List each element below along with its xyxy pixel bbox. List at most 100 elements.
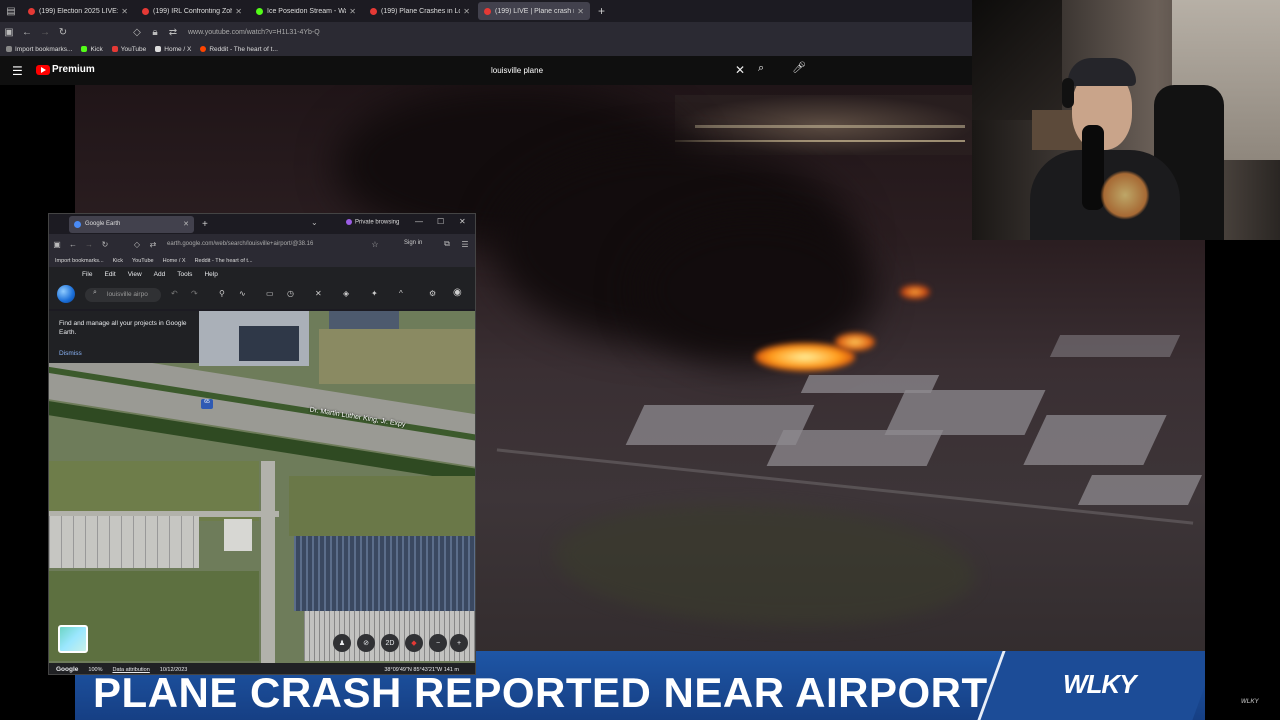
youtube-logo-icon[interactable]	[36, 65, 50, 75]
undo-icon[interactable]: ↶	[171, 289, 178, 298]
minimize-icon[interactable]: —	[415, 217, 423, 226]
search-input[interactable]: louisville plane	[480, 60, 751, 81]
zoom-in-icon[interactable]: +	[450, 634, 468, 652]
sidebar-icon[interactable]: ▣	[49, 240, 65, 249]
cap	[1068, 58, 1136, 86]
youtube-brand[interactable]: Premium	[52, 64, 95, 75]
browser-tab-active[interactable]: (199) LIVE | Plane crash reporte✕	[478, 2, 590, 20]
ge-browser-tab[interactable]: Google Earth ✕	[69, 215, 194, 233]
menu-icon[interactable]: ☰	[12, 64, 23, 78]
close-window-icon[interactable]: ✕	[459, 217, 466, 226]
zoom-out-icon[interactable]: −	[429, 634, 447, 652]
sparkle-icon[interactable]: ✦	[371, 289, 378, 298]
building-roof	[49, 516, 199, 568]
placemark-icon[interactable]: ⚲	[219, 289, 225, 298]
bookmark-item[interactable]: Import bookmarks...	[6, 46, 72, 53]
maximize-icon[interactable]: ☐	[437, 217, 444, 226]
dismiss-button[interactable]: Dismiss	[59, 349, 82, 358]
forward-icon[interactable]: →	[81, 240, 97, 249]
zoom-level: 100%	[88, 666, 103, 673]
browser-tab[interactable]: Ice Poseidon Stream - Watch Li✕	[250, 2, 362, 20]
collapse-icon[interactable]: ^	[399, 289, 403, 298]
layers-icon[interactable]: ◈	[343, 289, 349, 298]
ge-bookmarks-bar: Import bookmarks... Kick YouTube Home / …	[49, 254, 475, 267]
star-icon[interactable]: ☆	[367, 240, 383, 249]
building-roof	[329, 311, 399, 329]
search-icon[interactable]: ⌕	[758, 62, 764, 75]
tab-label: (199) IRL Confronting Zohran M	[153, 7, 233, 15]
menu-edit[interactable]: Edit	[104, 271, 115, 278]
menu-file[interactable]: File	[82, 271, 92, 278]
field	[555, 505, 975, 625]
kick-icon	[81, 46, 88, 52]
road	[261, 461, 275, 663]
browser-tab[interactable]: (199) Plane Crashes in Louisvill✕	[364, 2, 476, 20]
warehouse	[1078, 475, 1202, 505]
ge-menu-bar: File Edit View Add Tools Help	[49, 267, 475, 281]
redo-icon[interactable]: ↷	[191, 289, 198, 298]
permissions-icon[interactable]: ⇄	[164, 27, 182, 38]
extensions-icon[interactable]: ⧉	[439, 239, 455, 249]
bookmark-item[interactable]: Kick	[81, 46, 103, 53]
close-icon[interactable]: ✕	[577, 7, 584, 16]
close-icon[interactable]: ✕	[235, 7, 242, 16]
menu-help[interactable]: Help	[204, 271, 217, 278]
back-icon[interactable]: ←	[65, 240, 81, 249]
bookmark-item[interactable]: Import bookmarks...	[55, 258, 104, 264]
ge-address-bar[interactable]: earth.google.com/web/search/louisville+a…	[167, 241, 313, 247]
close-icon[interactable]: ✕	[121, 7, 128, 16]
new-tab-button[interactable]: +	[202, 219, 208, 230]
back-icon[interactable]: ←	[18, 27, 36, 38]
permissions-icon[interactable]: ⇄	[145, 240, 161, 249]
microphone-icon[interactable]: 🎤︎	[792, 61, 806, 77]
bookmark-item[interactable]: YouTube	[111, 46, 146, 53]
app-menu-icon[interactable]: ☰	[457, 240, 473, 249]
menu-add[interactable]: Add	[154, 271, 166, 278]
private-browsing-label: Private browsing	[346, 219, 399, 226]
menu-view[interactable]: View	[128, 271, 142, 278]
account-icon[interactable]: ◉	[453, 287, 462, 298]
data-attribution-link[interactable]: Data attribution	[112, 667, 149, 673]
close-icon[interactable]: ✕	[463, 7, 470, 16]
tab-list-icon[interactable]: ▤	[0, 0, 22, 22]
import-icon	[6, 46, 12, 52]
browser-tab[interactable]: (199) IRL Confronting Zohran M✕	[136, 2, 248, 20]
bookmark-item[interactable]: Reddit - The heart of t...	[195, 258, 253, 264]
earth-logo-icon[interactable]	[57, 285, 75, 303]
shield-icon[interactable]: ◇	[128, 27, 146, 38]
menu-tools[interactable]: Tools	[177, 271, 192, 278]
reload-icon[interactable]: ↻	[97, 240, 113, 249]
imagery-date: 10/12/2023	[159, 666, 188, 673]
lock-icon: 🔒︎	[152, 26, 158, 38]
close-icon[interactable]: ✕	[349, 7, 356, 16]
ge-map-view[interactable]: Dr. Martin Luther King, Jr. Expy 65	[49, 311, 475, 663]
settings-icon[interactable]: ⚙	[429, 289, 436, 298]
bookmark-item[interactable]: Reddit - The heart of t...	[200, 46, 278, 53]
history-icon[interactable]: ◷	[287, 289, 294, 298]
bookmark-item[interactable]: Home / X	[163, 258, 186, 264]
forward-icon[interactable]: →	[36, 27, 54, 38]
chevron-down-icon[interactable]: ⌄	[311, 218, 318, 227]
ruler-icon[interactable]: ▭	[266, 289, 274, 298]
new-tab-button[interactable]: +	[598, 4, 605, 18]
address-bar[interactable]: www.youtube.com/watch?v=H1L31-4Yb-Q	[188, 29, 320, 36]
map-style-thumbnail[interactable]	[58, 625, 88, 653]
bookmarks-bar: Import bookmarks... Kick YouTube Home / …	[0, 42, 972, 56]
path-icon[interactable]: ∿	[239, 289, 246, 298]
bookmark-item[interactable]: Home / X	[155, 46, 191, 53]
close-icon[interactable]: ✕	[183, 220, 189, 228]
compass-needle-icon[interactable]: ◆	[405, 634, 423, 652]
sidebar-icon[interactable]: ▣	[0, 27, 18, 38]
browser-tab[interactable]: (199) Election 2025 LIVE: Result✕	[22, 2, 134, 20]
reload-icon[interactable]: ↻	[54, 27, 72, 38]
view-mode-button[interactable]: 2D	[381, 634, 399, 652]
clear-search-icon[interactable]: ✕	[735, 63, 745, 77]
pegman-icon[interactable]: ♟	[333, 634, 351, 652]
compass-icon[interactable]: ⊘	[357, 634, 375, 652]
google-earth-icon	[74, 220, 81, 228]
bookmark-item[interactable]: YouTube	[132, 258, 154, 264]
shield-icon[interactable]: ◇	[129, 240, 145, 249]
voyager-icon[interactable]: ✕	[315, 289, 322, 298]
bookmark-item[interactable]: Kick	[113, 258, 123, 264]
sign-in-button[interactable]: Sign in	[404, 240, 422, 246]
